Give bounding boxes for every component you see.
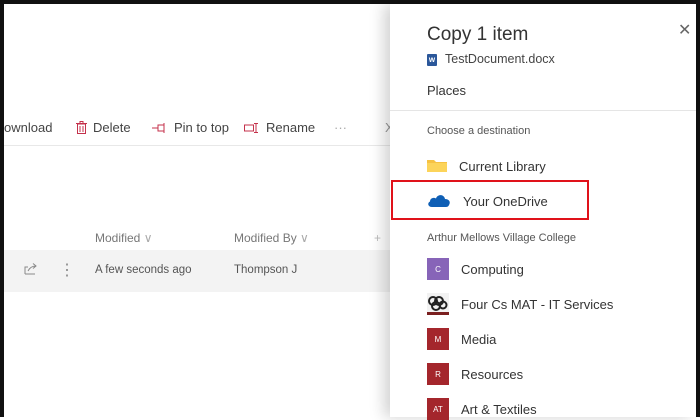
site-group-label: Arthur Mellows Village College (427, 232, 576, 244)
panel-title: Copy 1 item (427, 24, 529, 45)
rename-icon (244, 121, 260, 136)
more-commands-button[interactable]: ··· (334, 120, 347, 135)
places-heading: Places (427, 83, 467, 98)
destination-site-resources[interactable]: R Resources (427, 363, 523, 385)
column-header-modified-by[interactable]: Modified By ∨ (234, 231, 309, 245)
site-badge: C (427, 258, 449, 280)
site-badge: R (427, 363, 449, 385)
pin-icon (152, 121, 168, 136)
column-header-modified[interactable]: Modified ∨ (95, 231, 153, 245)
choose-destination-label: Choose a destination (427, 125, 531, 137)
destination-site-four-cs[interactable]: Four Cs MAT - IT Services (427, 293, 613, 315)
download-button[interactable]: ownload (4, 120, 52, 135)
file-info: w TestDocument.docx (427, 52, 555, 66)
command-bar: ownload Delete Pin to top Rename ··· X (4, 112, 424, 144)
highlight-box (391, 180, 589, 220)
destination-current-library[interactable]: Current Library (427, 157, 546, 176)
destination-site-computing[interactable]: C Computing (427, 258, 524, 280)
chevron-down-icon: ∨ (143, 231, 153, 245)
folder-icon (427, 157, 447, 176)
panel-divider (390, 110, 696, 111)
site-logo-icon (427, 293, 449, 315)
share-icon[interactable] (24, 262, 38, 280)
add-column-button[interactable]: + (374, 231, 381, 245)
cell-modified: A few seconds ago (95, 264, 192, 276)
rename-button[interactable]: Rename (244, 120, 315, 136)
site-badge: M (427, 328, 449, 350)
cell-modified-by[interactable]: Thompson J (234, 264, 297, 276)
command-bar-divider (4, 145, 390, 146)
destination-site-media[interactable]: M Media (427, 328, 496, 350)
trash-icon (76, 120, 87, 137)
close-icon[interactable]: ✕ (678, 20, 691, 40)
word-document-icon: w (427, 53, 437, 66)
more-vertical-icon[interactable]: ⋮ (59, 260, 75, 280)
delete-button[interactable]: Delete (76, 120, 131, 137)
chevron-down-icon: ∨ (300, 231, 309, 245)
pin-to-top-button[interactable]: Pin to top (152, 120, 229, 136)
